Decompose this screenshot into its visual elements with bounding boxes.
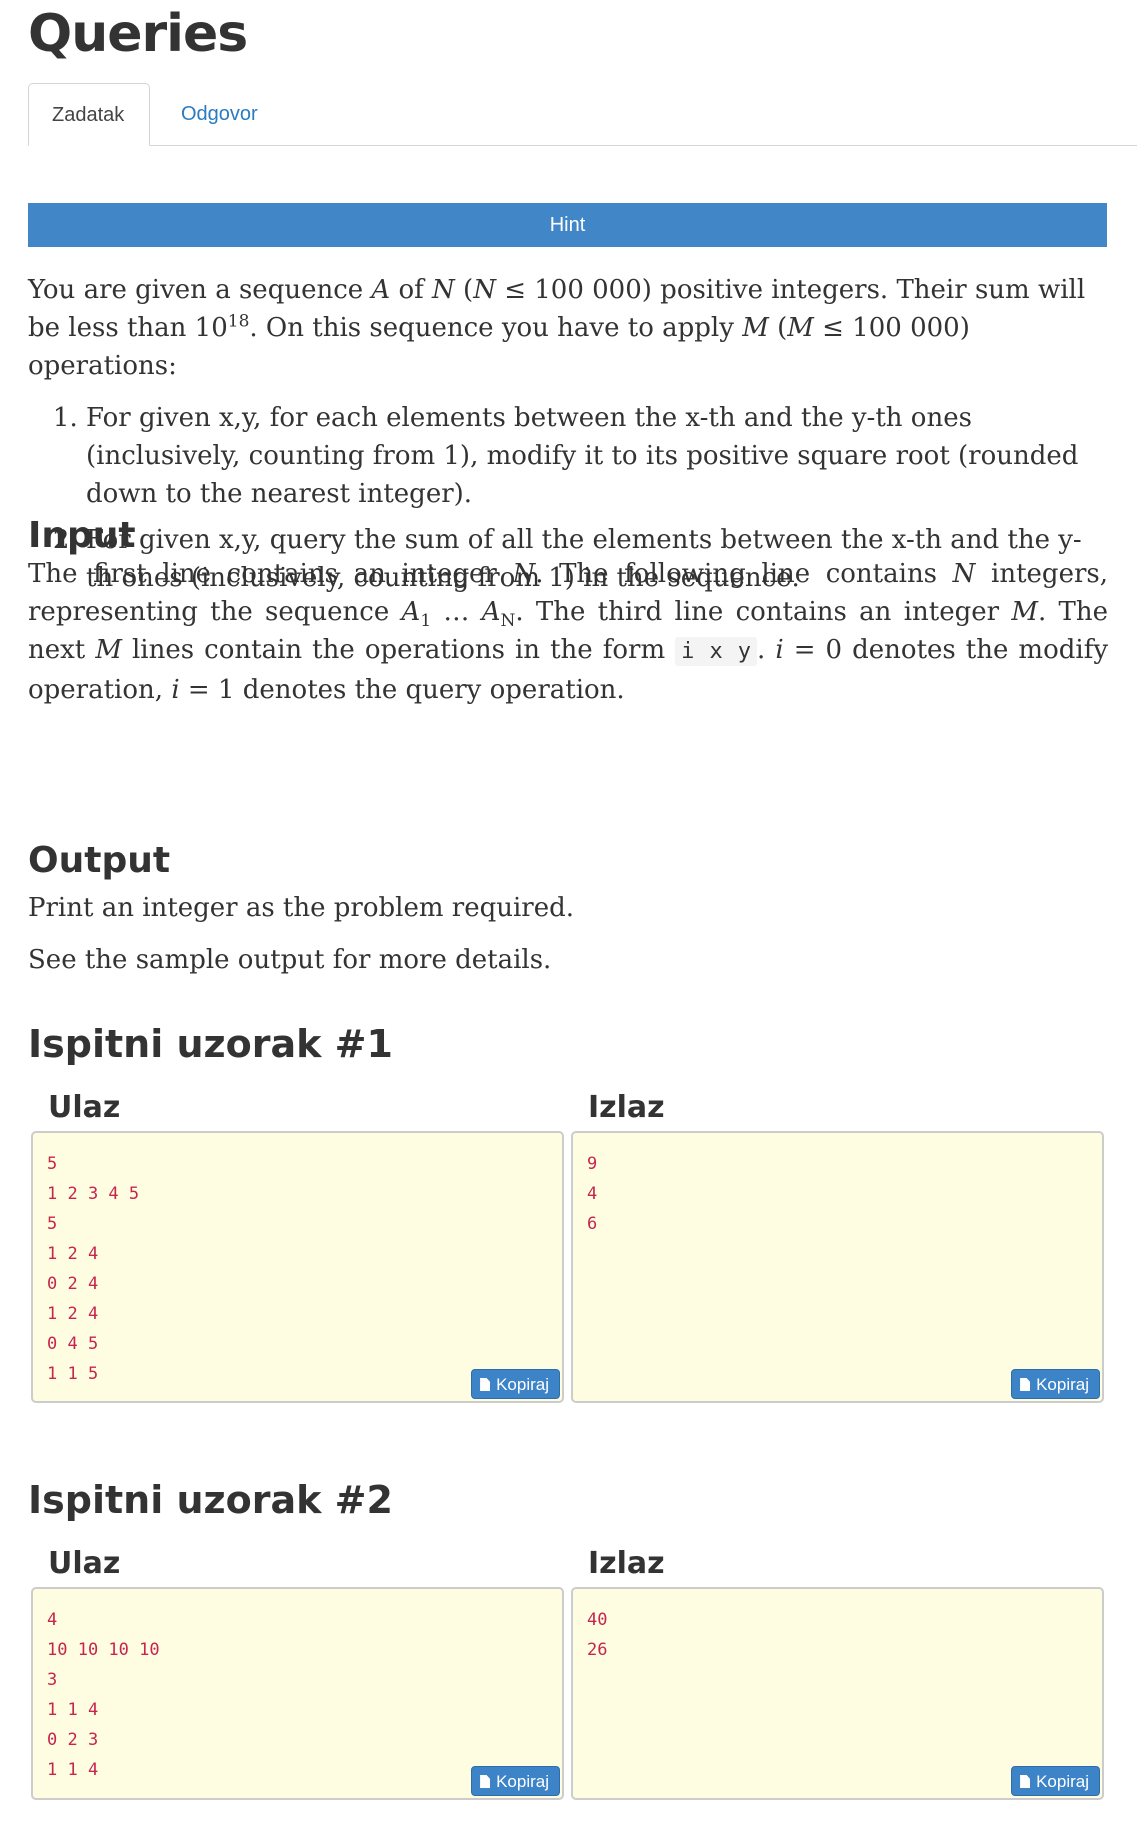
copy-button[interactable]: Kopiraj [1011, 1766, 1100, 1796]
sample-output-text: 9 4 6 [587, 1154, 598, 1234]
sample-output-label: Izlaz [588, 1546, 665, 1581]
input-heading: Input [28, 515, 136, 556]
sample-heading: Ispitni uzorak #1 [28, 1022, 393, 1066]
document-icon [480, 1378, 491, 1391]
copy-button[interactable]: Kopiraj [1011, 1369, 1100, 1399]
sample-input-label: Ulaz [48, 1090, 121, 1125]
tab-odgovor[interactable]: Odgovor [158, 83, 281, 145]
list-item: For given x,y, for each elements between… [86, 399, 1108, 513]
document-icon [1020, 1378, 1031, 1391]
sample-input-label: Ulaz [48, 1546, 121, 1581]
sample-output-box: 40 26 Kopiraj [571, 1587, 1104, 1800]
output-note: See the sample output for more details. [28, 945, 552, 975]
copy-button[interactable]: Kopiraj [471, 1766, 560, 1796]
input-description: The first line contains an integer N. Th… [28, 559, 1109, 705]
output-description: Print an integer as the problem required… [28, 893, 575, 923]
sample-output-label: Izlaz [588, 1090, 665, 1125]
sample-input-text: 5 1 2 3 4 5 5 1 2 4 0 2 4 1 2 4 0 4 5 1 … [47, 1154, 140, 1384]
hint-button[interactable]: Hint [28, 203, 1107, 247]
copy-button[interactable]: Kopiraj [471, 1369, 560, 1399]
document-icon [1020, 1775, 1031, 1788]
inline-code: i x y [675, 637, 757, 666]
document-icon [480, 1775, 491, 1788]
statement-paragraph: You are given a sequence A of N (N ≤ 100… [28, 275, 1086, 381]
tab-zadatak[interactable]: Zadatak [28, 83, 150, 146]
page-title: Queries [28, 4, 248, 64]
sample-output-text: 40 26 [587, 1610, 608, 1660]
sample-heading: Ispitni uzorak #2 [28, 1478, 393, 1522]
tab-bar: Zadatak Odgovor [28, 83, 1137, 146]
sample-input-box: 5 1 2 3 4 5 5 1 2 4 0 2 4 1 2 4 0 4 5 1 … [31, 1131, 564, 1403]
sample-output-box: 9 4 6 Kopiraj [571, 1131, 1104, 1403]
sample-input-box: 4 10 10 10 10 3 1 1 4 0 2 3 1 1 4 Kopira… [31, 1587, 564, 1800]
output-heading: Output [28, 840, 171, 881]
